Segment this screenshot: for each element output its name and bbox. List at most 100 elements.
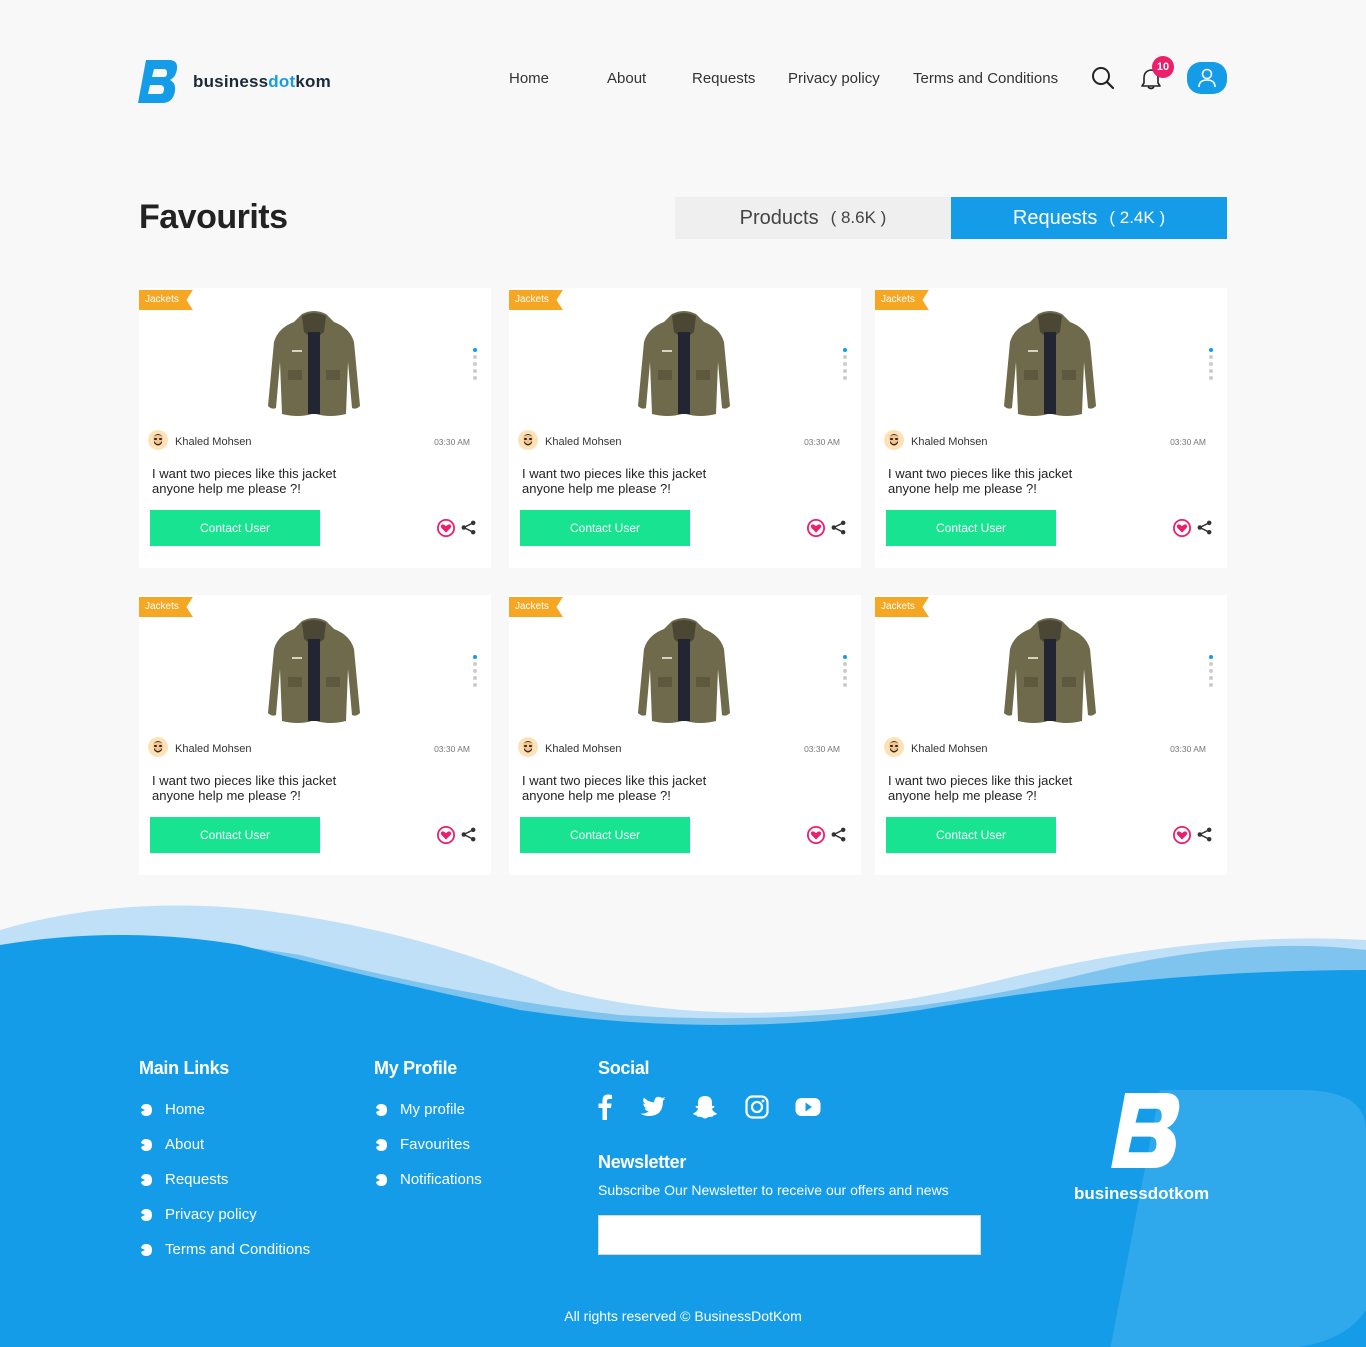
bullet-icon (141, 1208, 152, 1221)
footer-logo-text-part1: business (1074, 1184, 1148, 1203)
bullet-icon (376, 1103, 387, 1116)
user-icon (1198, 68, 1216, 88)
footer-link-terms[interactable]: Terms and Conditions (139, 1241, 310, 1258)
footer-link-label: My profile (400, 1101, 466, 1118)
search-icon[interactable] (1091, 66, 1115, 90)
share-icon[interactable] (831, 520, 846, 535)
post-time: 03:30 AM (1170, 437, 1206, 447)
favourite-heart-icon[interactable] (1173, 519, 1191, 537)
favourite-heart-icon[interactable] (437, 519, 455, 537)
post-time: 03:30 AM (804, 744, 840, 754)
footer-link-label: Favourites (400, 1136, 471, 1153)
contact-user-button[interactable]: Contact User (520, 510, 690, 546)
contact-user-button[interactable]: Contact User (150, 817, 320, 853)
nav-privacy-policy[interactable]: Privacy policy (788, 70, 880, 87)
jacket-image (638, 618, 730, 723)
footer-link-privacy[interactable]: Privacy policy (139, 1206, 257, 1223)
contact-user-button[interactable]: Contact User (886, 510, 1056, 546)
request-description: I want two pieces like this jacket anyon… (522, 773, 707, 803)
more-options-icon[interactable] (472, 348, 478, 388)
category-tag: Jackets (139, 290, 193, 310)
tab-requests-count: ( 2.4K ) (1109, 208, 1166, 227)
favourite-heart-icon[interactable] (437, 826, 455, 844)
newsletter-email-input[interactable] (598, 1215, 981, 1255)
share-icon[interactable] (1197, 827, 1212, 842)
category-tag: Jackets (139, 597, 193, 617)
logo[interactable]: businessdotkom (138, 60, 331, 103)
footer-link-about[interactable]: About (139, 1136, 204, 1153)
post-time: 03:30 AM (434, 744, 470, 754)
share-icon[interactable] (831, 827, 846, 842)
avatar (884, 430, 904, 450)
user-name[interactable]: Khaled Mohsen (175, 436, 251, 448)
copyright: All rights reserved © BusinessDotKom (564, 1308, 802, 1324)
footer-logo-text-part2: dot (1147, 1184, 1175, 1203)
share-icon[interactable] (1197, 520, 1212, 535)
footer-link-home[interactable]: Home (139, 1101, 205, 1118)
post-time: 03:30 AM (804, 437, 840, 447)
footer-profile-title: My Profile (374, 1058, 458, 1078)
logo-text-part2: dot (268, 71, 296, 91)
header: businessdotkom Home About Requests Priva… (0, 0, 1366, 150)
footer-link-requests[interactable]: Requests (139, 1171, 228, 1188)
post-time: 03:30 AM (434, 437, 470, 447)
more-options-icon[interactable] (472, 655, 478, 695)
user-name[interactable]: Khaled Mohsen (911, 436, 987, 448)
footer-social-title: Social (598, 1058, 650, 1078)
share-icon[interactable] (461, 827, 476, 842)
tab-products-label: Products (739, 206, 819, 229)
contact-user-button[interactable]: Contact User (886, 817, 1056, 853)
nav-terms[interactable]: Terms and Conditions (913, 70, 1058, 87)
jacket-image (1004, 618, 1096, 723)
snapchat-icon[interactable] (692, 1095, 718, 1120)
user-name[interactable]: Khaled Mohsen (175, 743, 251, 755)
request-card: Jackets Khaled Mohsen 03:30 AM I want tw… (509, 595, 861, 875)
nav-requests[interactable]: Requests (692, 70, 755, 87)
more-options-icon[interactable] (1208, 655, 1214, 695)
request-description: I want two pieces like this jacket anyon… (888, 773, 1073, 803)
share-icon[interactable] (461, 520, 476, 535)
instagram-icon[interactable] (745, 1095, 769, 1119)
tab-requests[interactable]: Requests ( 2.4K ) (951, 197, 1227, 239)
footer-link-label: About (165, 1136, 205, 1153)
footer-link-label: Requests (165, 1171, 229, 1188)
bullet-icon (376, 1138, 387, 1151)
jacket-image (268, 311, 360, 416)
user-button[interactable] (1187, 62, 1227, 94)
category-tag: Jackets (509, 597, 563, 617)
footer-link-label: Notifications (400, 1171, 482, 1188)
newsletter-title: Newsletter (598, 1152, 687, 1172)
youtube-icon[interactable] (795, 1097, 821, 1117)
nav-home[interactable]: Home (509, 70, 549, 87)
category-tag: Jackets (875, 290, 929, 310)
more-options-icon[interactable] (842, 348, 848, 388)
footer-link-label: Home (165, 1101, 206, 1118)
user-name[interactable]: Khaled Mohsen (545, 743, 621, 755)
footer-link-favourites[interactable]: Favourites (374, 1136, 470, 1153)
bullet-icon (141, 1103, 152, 1116)
user-name[interactable]: Khaled Mohsen (911, 743, 987, 755)
more-options-icon[interactable] (842, 655, 848, 695)
category-tag: Jackets (509, 290, 563, 310)
nav-about[interactable]: About (607, 70, 646, 87)
more-options-icon[interactable] (1208, 348, 1214, 388)
facebook-icon[interactable] (598, 1094, 612, 1120)
contact-user-button[interactable]: Contact User (150, 510, 320, 546)
bullet-icon (141, 1243, 152, 1256)
logo-text: businessdotkom (193, 72, 331, 92)
footer-link-my-profile[interactable]: My profile (374, 1101, 465, 1118)
tab-products-count: ( 8.6K ) (830, 208, 887, 227)
user-name[interactable]: Khaled Mohsen (545, 436, 621, 448)
jacket-image (638, 311, 730, 416)
category-tag: Jackets (875, 597, 929, 617)
favourite-heart-icon[interactable] (807, 519, 825, 537)
footer-link-notifications[interactable]: Notifications (374, 1171, 482, 1188)
newsletter-subtitle: Subscribe Our Newsletter to receive our … (598, 1182, 949, 1198)
twitter-icon[interactable] (638, 1096, 666, 1119)
footer-logo-text-part3: kom (1174, 1184, 1210, 1203)
contact-user-button[interactable]: Contact User (520, 817, 690, 853)
tab-products[interactable]: Products ( 8.6K ) (675, 197, 951, 239)
favourite-heart-icon[interactable] (807, 826, 825, 844)
logo-icon (138, 60, 178, 103)
favourite-heart-icon[interactable] (1173, 826, 1191, 844)
